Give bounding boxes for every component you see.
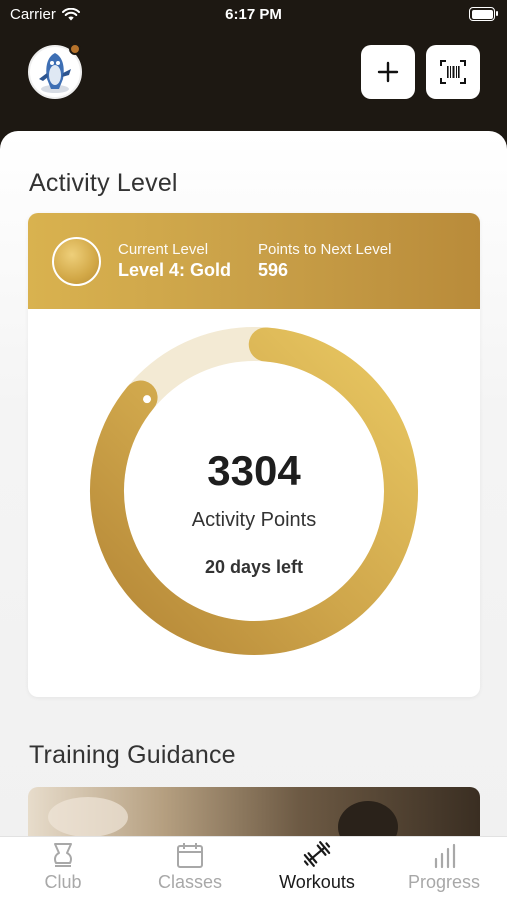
- training-guidance-title: Training Guidance: [29, 741, 236, 769]
- tab-club[interactable]: Club: [0, 837, 126, 900]
- tab-workouts-label: Workouts: [279, 872, 355, 892]
- tab-workouts[interactable]: Workouts: [254, 837, 380, 900]
- points-value: 3304: [207, 447, 301, 494]
- barcode-scan-icon: [440, 60, 466, 84]
- activity-progress-ring: 3304 Activity Points 20 days left: [90, 327, 418, 655]
- tab-classes[interactable]: Classes: [127, 837, 253, 900]
- points-label: Activity Points: [192, 509, 316, 531]
- dumbbell-icon: [303, 841, 331, 867]
- club-icon: [54, 843, 72, 867]
- gold-medal-icon: [52, 237, 101, 286]
- points-next-value: 596: [258, 260, 289, 280]
- tab-club-label: Club: [44, 872, 82, 892]
- athlete-image: [48, 797, 398, 836]
- clock: 6:17 PM: [225, 6, 282, 23]
- current-level-label: Current Level: [118, 241, 209, 258]
- tab-progress-label: Progress: [407, 872, 481, 892]
- training-guidance-image[interactable]: [28, 787, 480, 836]
- points-next-label: Points to Next Level: [258, 241, 392, 258]
- scan-barcode-button[interactable]: [426, 45, 480, 99]
- level-header: Current Level Level 4: Gold Points to Ne…: [28, 213, 480, 309]
- tab-classes-label: Classes: [157, 872, 223, 892]
- points-next-block: Points to Next Level 596: [258, 241, 391, 281]
- tab-progress[interactable]: Progress: [381, 837, 507, 900]
- status-bar: Carrier 6:17 PM: [0, 0, 507, 30]
- battery-icon: [469, 7, 498, 21]
- current-level-block: Current Level Level 4: Gold: [118, 241, 231, 281]
- activity-level-title: Activity Level: [29, 169, 178, 197]
- days-left: 20 days left: [205, 557, 303, 577]
- content-sheet: Activity Level Current Level Level 4: Go…: [0, 131, 507, 836]
- progress-marker: [143, 395, 152, 404]
- calendar-icon: [177, 843, 203, 868]
- activity-card[interactable]: Current Level Level 4: Gold Points to Ne…: [28, 213, 480, 697]
- current-level-value: Level 4: Gold: [118, 260, 232, 280]
- tab-bar: Club Classes Workouts Progress: [0, 836, 507, 900]
- mascot-icon: [39, 53, 71, 93]
- notification-dot: [69, 43, 81, 55]
- add-button[interactable]: [361, 45, 415, 99]
- bar-chart-icon: [434, 843, 456, 869]
- plus-icon: [377, 61, 399, 83]
